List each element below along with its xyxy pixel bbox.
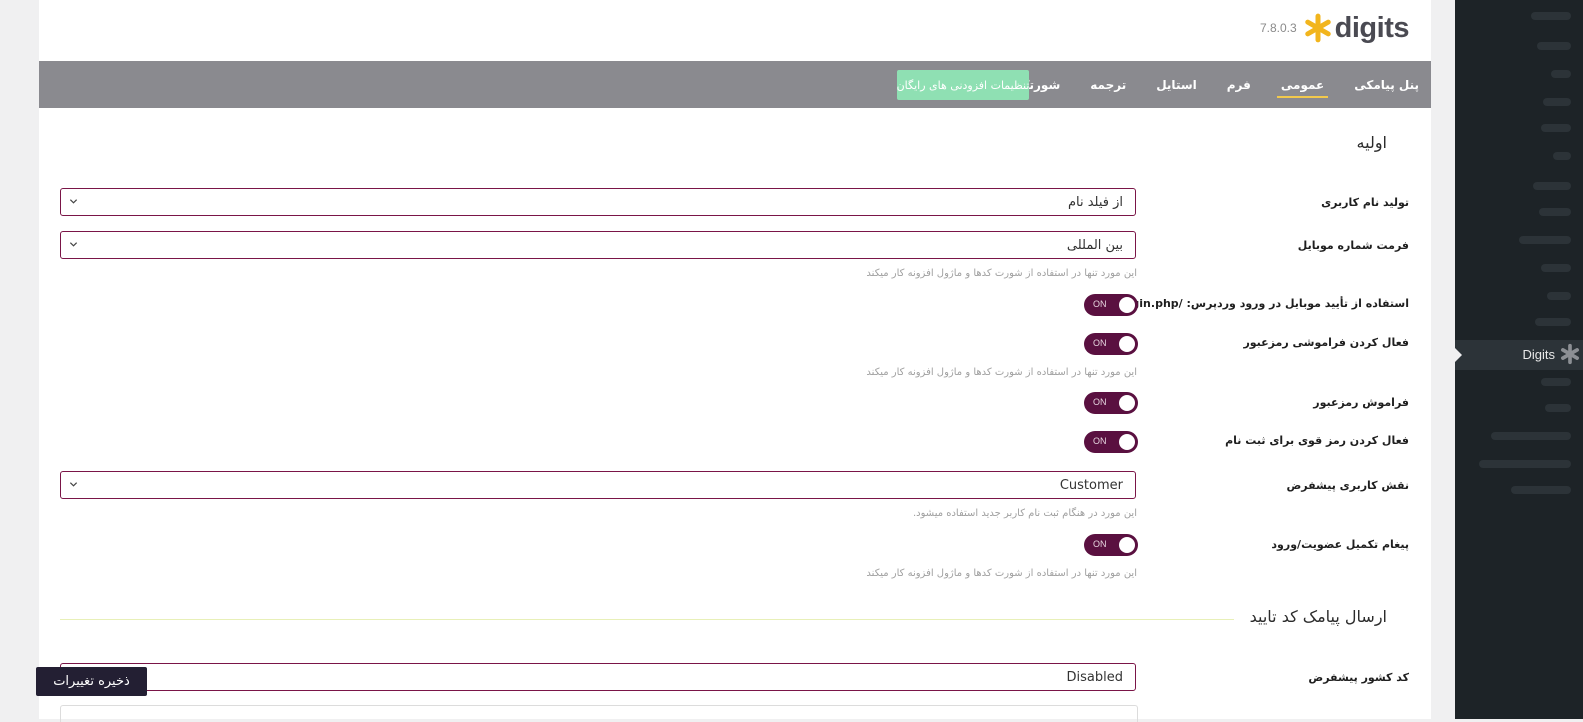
settings-nav-bar: پنل پیامکی عمومی فرم استایل ترجمه شورتکد… <box>39 61 1431 108</box>
username-generation-label: تولید نام کاربری <box>1321 196 1409 209</box>
toggle-state: ON <box>1093 539 1107 549</box>
wp-login-otp-toggle[interactable]: ON <box>1084 294 1138 316</box>
sidebar-item[interactable] <box>1535 318 1571 326</box>
forgot-password-label: فراموش رمزعبور <box>1313 396 1409 409</box>
sidebar-item[interactable] <box>1531 12 1571 20</box>
select-value: Disabled <box>1066 670 1123 685</box>
wp-login-otp-label: استفاده از تأیید موبایل در ورود وردپرس: … <box>1097 297 1409 310</box>
completion-message-label: پیغام تکمیل عضویت/ورود <box>1271 538 1409 551</box>
toggle-knob <box>1119 395 1135 411</box>
mobile-format-label: فرمت شماره موبایل <box>1297 239 1409 252</box>
brand-header: 7.8.0.3 digits <box>1259 6 1410 50</box>
nav-tabs: پنل پیامکی عمومی فرم استایل ترجمه شورتکد <box>986 61 1419 108</box>
select-value: Customer <box>1059 478 1123 493</box>
enable-forgot-password-label: فعال کردن فراموشی رمزعبور <box>1243 336 1409 349</box>
strong-password-label: فعال کردن رمز قوی برای ثبت نام <box>1225 434 1409 447</box>
select-value: از فیلد نام <box>1067 195 1123 210</box>
sidebar-item-label: Digits <box>1522 347 1555 362</box>
sidebar-item[interactable] <box>1491 432 1571 440</box>
tab-sms-panel[interactable]: پنل پیامکی <box>1354 78 1419 92</box>
sidebar-item[interactable] <box>1545 404 1571 412</box>
default-role-select[interactable]: Customer <box>60 471 1136 499</box>
mobile-format-hint: این مورد تنها در استفاده از شورت کدها و … <box>866 268 1137 279</box>
sidebar-item[interactable] <box>1553 152 1571 160</box>
username-generation-select[interactable]: از فیلد نام <box>60 188 1136 216</box>
chevron-down-icon <box>69 242 78 247</box>
toggle-knob <box>1119 434 1135 450</box>
completion-message-toggle[interactable]: ON <box>1084 534 1138 556</box>
sidebar-item[interactable] <box>1533 182 1571 190</box>
section-divider <box>60 619 1234 620</box>
sidebar-item[interactable] <box>1511 486 1571 494</box>
sidebar-item[interactable] <box>1539 208 1571 216</box>
toggle-state: ON <box>1093 397 1107 407</box>
toggle-knob <box>1119 297 1135 313</box>
settings-card: 7.8.0.3 digits پنل پیامکی عمومی فرم استا… <box>39 0 1431 722</box>
version-label: 7.8.0.3 <box>1259 21 1297 35</box>
sidebar-item[interactable] <box>1519 236 1571 244</box>
toggle-state: ON <box>1093 436 1107 446</box>
tab-style[interactable]: استایل <box>1156 78 1197 92</box>
admin-sidebar: Digits <box>1455 0 1583 719</box>
digits-logo-icon <box>1304 13 1331 43</box>
sidebar-item[interactable] <box>1541 124 1571 132</box>
sidebar-item-digits[interactable]: Digits <box>1455 340 1583 370</box>
sidebar-item[interactable] <box>1479 460 1571 468</box>
sidebar-item[interactable] <box>1547 292 1571 300</box>
next-field[interactable] <box>60 705 1138 722</box>
section-title-basic: اولیه <box>1356 133 1387 152</box>
forgot-password-hint: این مورد تنها در استفاده از شورت کدها و … <box>866 367 1137 378</box>
sidebar-item[interactable] <box>1537 42 1571 50</box>
brand-name: digits <box>1334 11 1410 44</box>
default-country-code-label: کد کشور پیشفرض <box>1308 671 1409 684</box>
toggle-knob <box>1119 336 1135 352</box>
sidebar-item[interactable] <box>1541 378 1571 386</box>
enable-forgot-password-toggle[interactable]: ON <box>1084 333 1138 355</box>
default-country-code-select[interactable]: Disabled <box>60 663 1136 691</box>
sidebar-item[interactable] <box>1551 70 1571 78</box>
mobile-format-select[interactable]: بین المللی <box>60 231 1136 259</box>
active-menu-caret <box>1455 348 1462 362</box>
page-left-gutter <box>0 0 39 719</box>
chevron-down-icon <box>69 199 78 204</box>
default-role-hint: این مورد در هنگام ثبت نام کاربر جدید است… <box>912 508 1137 519</box>
toggle-state: ON <box>1093 299 1107 309</box>
save-changes-button[interactable]: ذخیره تغییرات <box>36 667 147 696</box>
chevron-down-icon <box>69 482 78 487</box>
digits-asterisk-icon <box>1561 343 1579 365</box>
default-role-label: نقش کاربری پیشفرض <box>1286 479 1409 492</box>
section-title-otp: ارسال پیامک کد تایید <box>1249 607 1387 626</box>
sidebar-item[interactable] <box>1541 264 1571 272</box>
sidebar-item[interactable] <box>1543 98 1571 106</box>
free-addons-settings-button[interactable]: تنظیمات افزودنی های رایگان <box>897 70 1029 100</box>
toggle-knob <box>1119 537 1135 553</box>
tab-general[interactable]: عمومی <box>1276 78 1329 98</box>
toggle-state: ON <box>1093 338 1107 348</box>
completion-message-hint: این مورد تنها در استفاده از شورت کدها و … <box>866 568 1137 579</box>
forgot-password-toggle[interactable]: ON <box>1084 392 1138 414</box>
strong-password-toggle[interactable]: ON <box>1084 431 1138 453</box>
tab-translation[interactable]: ترجمه <box>1090 78 1126 92</box>
tab-form[interactable]: فرم <box>1227 78 1251 92</box>
select-value: بین المللی <box>1066 238 1123 253</box>
